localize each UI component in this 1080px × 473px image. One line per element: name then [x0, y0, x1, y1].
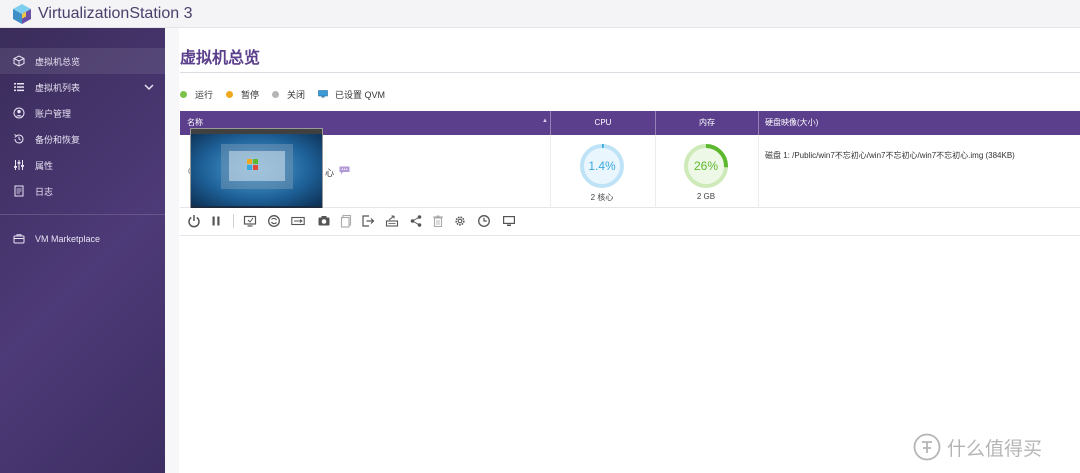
running-dot-icon [180, 90, 187, 98]
export-button[interactable] [360, 213, 376, 229]
legend-qvm: 已设置 QVM [318, 88, 385, 101]
sidebar-item-label: VM Marketplace [35, 234, 101, 244]
legend-off: 关闭 [272, 88, 305, 101]
sidebar-item-logs[interactable]: 日志 [0, 178, 165, 204]
column-header-cpu[interactable]: CPU [551, 111, 655, 135]
legend-label: 运行 [195, 89, 214, 100]
app-logo-icon [13, 4, 31, 24]
column-divider [655, 135, 656, 208]
vm-overview-icon [13, 55, 25, 67]
sliders-icon [13, 159, 25, 171]
status-legend: 运行 暂停 关闭 已设置 QVM [180, 87, 398, 101]
refresh-button[interactable] [266, 213, 282, 229]
sidebar-item-vm-marketplace[interactable]: VM Marketplace [0, 226, 165, 252]
backup-icon [13, 133, 25, 145]
vm-action-toolbar [180, 208, 1080, 236]
power-button[interactable] [186, 213, 202, 229]
migrate-button[interactable] [384, 213, 400, 229]
power-icon [188, 215, 200, 228]
paused-dot-icon [226, 90, 234, 98]
column-divider [758, 135, 759, 208]
usb-icon [291, 216, 305, 226]
legend-label: 关闭 [287, 89, 306, 100]
marketplace-icon [13, 233, 25, 245]
schedule-icon [478, 215, 490, 227]
display-button[interactable] [501, 213, 517, 229]
disk-image-info: 磁盘 1: /Public/win7不忘初心/win7不忘初心/win7不忘初心… [765, 151, 1015, 160]
refresh-icon [268, 215, 280, 227]
snapshot-icon [318, 216, 330, 226]
off-dot-icon [272, 90, 280, 98]
delete-icon [433, 215, 443, 228]
sidebar-item-label: 属性 [35, 160, 54, 171]
legend-paused: 暂停 [226, 88, 259, 101]
sidebar-item-accounts[interactable]: 账户管理 [0, 100, 165, 126]
clone-button[interactable] [338, 213, 354, 229]
sidebar: 虚拟机总览 虚拟机列表 账户管理 备份和恢复 属性 日志 VM Marketpl… [0, 28, 165, 473]
log-icon [13, 185, 25, 197]
legend-label: 暂停 [241, 89, 260, 100]
sidebar-item-vm-list[interactable]: 虚拟机列表 [0, 74, 165, 100]
cpu-usage-value: 1.4% [588, 159, 616, 173]
settings-icon [455, 216, 465, 226]
column-header-disk[interactable]: 硬盘映像(大小) [765, 111, 818, 135]
console-button[interactable] [242, 213, 258, 229]
list-icon [13, 81, 25, 93]
monitor-icon [318, 90, 328, 98]
title-divider [180, 72, 1080, 73]
display-icon [503, 216, 515, 226]
settings-button[interactable] [452, 213, 468, 229]
sort-asc-icon[interactable]: ▲ [542, 118, 548, 124]
windows-desktop-thumbnail [191, 129, 322, 213]
app-title: VirtualizationStation 3 [38, 5, 193, 22]
pause-icon [212, 216, 220, 226]
legend-running: 运行 [180, 88, 213, 101]
title-bar: VirtualizationStation 3 [0, 0, 1080, 28]
export-icon [362, 215, 375, 227]
sidebar-item-properties[interactable]: 属性 [0, 152, 165, 178]
share-icon [410, 215, 422, 227]
toolbar-divider [233, 214, 234, 228]
watermark-text: 什么值得买 [947, 438, 1043, 460]
watermark: 什么值得买 [913, 432, 1042, 462]
column-header-memory[interactable]: 内存 [656, 111, 758, 135]
memory-size: 2 GB [696, 192, 716, 201]
page-title: 虚拟机总览 [180, 50, 261, 67]
delete-button[interactable] [430, 213, 446, 229]
clone-icon [340, 214, 352, 228]
memory-usage-value: 26% [693, 159, 719, 173]
vm-preview-thumbnail[interactable] [190, 128, 323, 214]
watermark-logo-icon [913, 433, 941, 461]
sidebar-item-label: 账户管理 [35, 108, 72, 119]
sidebar-divider [0, 214, 165, 215]
sidebar-item-label: 备份和恢复 [35, 134, 81, 145]
column-divider [758, 111, 759, 135]
share-button[interactable] [408, 213, 424, 229]
snapshot-button[interactable] [316, 213, 332, 229]
console-icon [243, 215, 257, 227]
legend-label: 已设置 QVM [335, 89, 386, 100]
sidebar-item-label: 虚拟机总览 [35, 56, 81, 67]
user-icon [13, 107, 25, 119]
cpu-cores: 2 核心 [590, 193, 614, 202]
schedule-button[interactable] [476, 213, 492, 229]
sidebar-item-backup[interactable]: 备份和恢复 [0, 126, 165, 152]
sidebar-item-vm-overview[interactable]: 虚拟机总览 [0, 48, 165, 74]
usb-button[interactable] [290, 213, 306, 229]
sidebar-item-label: 虚拟机列表 [35, 82, 81, 93]
column-divider [550, 135, 551, 208]
migrate-icon [385, 215, 399, 227]
sidebar-item-label: 日志 [35, 186, 54, 197]
pause-button[interactable] [208, 213, 224, 229]
vm-name[interactable]: 心 [325, 166, 334, 179]
chat-bubble-icon[interactable] [339, 166, 350, 175]
chevron-down-icon[interactable] [144, 82, 154, 92]
